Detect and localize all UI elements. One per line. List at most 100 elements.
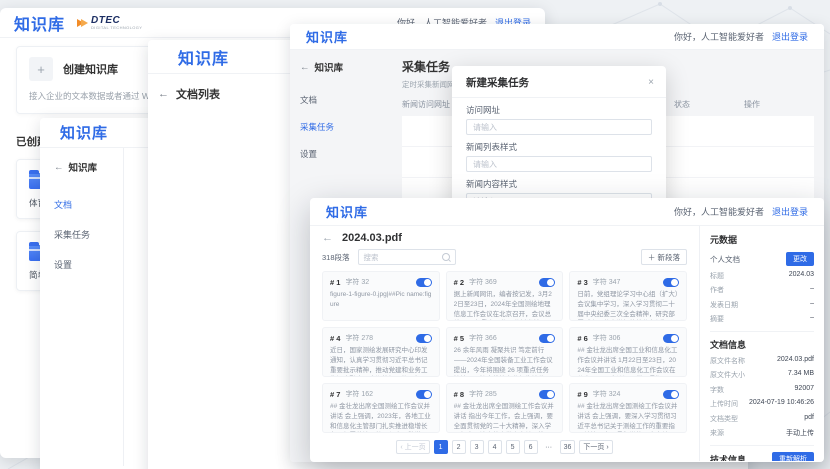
chunk-id: # 7 xyxy=(330,390,340,399)
chunk-char-count: 字符 369 xyxy=(469,277,497,287)
dtec-subtext: DIGITAL TECHNOLOGY xyxy=(91,26,142,30)
chunk-enabled-toggle[interactable] xyxy=(539,390,555,399)
divider xyxy=(710,445,814,446)
chunk-id: # 9 xyxy=(577,390,587,399)
chunk-id: # 3 xyxy=(577,278,587,287)
chunk-char-count: 字符 162 xyxy=(345,389,373,399)
chunk-card[interactable]: # 2 字符 369 据上新闻网讯，编者按记发，3月22日至23日，2024年全国… xyxy=(446,271,564,321)
doc-detail-header: 知识库 你好，人工智能爱好者 退出登录 xyxy=(310,198,824,226)
field-label-list-style: 新闻列表样式 xyxy=(466,141,652,153)
back-arrow-icon[interactable]: ← xyxy=(322,232,333,244)
chunk-id: # 2 xyxy=(454,278,464,287)
add-paragraph-button[interactable]: ＋ 新段落 xyxy=(641,249,687,265)
chunk-char-count: 字符 366 xyxy=(469,333,497,343)
chunk-card[interactable]: # 8字符 285 ## 金壮龙出席全国测绘工作会议并讲话 指出今年工作，会上强… xyxy=(446,383,564,433)
meta-value: – xyxy=(810,314,814,324)
app-logo: 知识库 xyxy=(178,45,229,69)
change-button[interactable]: 更改 xyxy=(786,252,814,266)
meta-value: – xyxy=(810,285,814,295)
pagination-ellipsis[interactable]: ··· xyxy=(542,440,556,454)
info-value: 2024-07-19 10:46:26 xyxy=(749,399,814,409)
chunk-enabled-toggle[interactable] xyxy=(416,390,432,399)
close-icon[interactable]: × xyxy=(648,77,654,88)
pagination-page-36[interactable]: 36 xyxy=(560,440,576,454)
search-input[interactable]: 搜索 xyxy=(358,249,456,265)
back-to-kb-list[interactable]: ← 知识库 xyxy=(300,60,376,74)
pagination-page-3[interactable]: 3 xyxy=(470,440,484,454)
sidebar-item-documents[interactable]: 文档 xyxy=(300,94,376,106)
pagination-page-1[interactable]: 1 xyxy=(434,440,448,454)
chunk-card[interactable]: # 6字符 306 ## 金壮龙出席全国工业和信息化工作会议并讲话 1月22日至… xyxy=(569,327,687,377)
chunk-enabled-toggle[interactable] xyxy=(416,334,432,343)
column-header-status: 状态 xyxy=(674,99,744,110)
chunk-id: # 6 xyxy=(577,334,587,343)
info-label: 来源 xyxy=(710,428,724,438)
url-input[interactable]: 请输入 xyxy=(466,119,652,135)
meta-label: 摘要 xyxy=(710,314,724,324)
chunk-text: figure-1-figure-0.jpg|##Pic name:figure xyxy=(330,290,432,310)
pagination-page-5[interactable]: 5 xyxy=(506,440,520,454)
logout-link[interactable]: 退出登录 xyxy=(772,30,808,43)
plus-icon: + xyxy=(29,57,53,81)
chunk-card[interactable]: # 7 字符 162 ## 金壮龙出席全国测绘工作会议并讲话 会上强调，2023年… xyxy=(322,383,440,433)
logout-link[interactable]: 退出登录 xyxy=(772,205,808,218)
chunk-card[interactable]: # 4字符 278 近日，国家测绘发展研究中心印发通知，认真学习贯彻习近平总书记… xyxy=(322,327,440,377)
back-arrow-icon: ← xyxy=(158,88,169,100)
greeting-text: 你好，人工智能爱好者 xyxy=(674,205,764,218)
dtec-arrow-icon xyxy=(77,19,88,27)
list-style-input[interactable]: 请输入 xyxy=(466,156,652,172)
chunk-enabled-toggle[interactable] xyxy=(416,278,432,287)
chunk-enabled-toggle[interactable] xyxy=(663,334,679,343)
app-logo: 知识库 xyxy=(306,27,348,46)
back-to-kb-list[interactable]: ← 知识库 xyxy=(54,160,123,174)
chunk-id: # 5 xyxy=(454,334,464,343)
chunk-text: 近日，国家测绘发展研究中心印发通知，认真学习贯彻习近平总书记重要批示精神，推动党… xyxy=(330,346,432,377)
doc-list-title: 文档列表 xyxy=(176,86,220,102)
modal-title: 新建采集任务 xyxy=(466,75,529,90)
chunk-card[interactable]: # 1字符 32 figure-1-figure-0.jpg|##Pic nam… xyxy=(322,271,440,321)
info-value: 92007 xyxy=(795,385,814,395)
app-logo: 知识库 xyxy=(14,11,65,35)
chunk-card[interactable]: # 5字符 366 26 余年风雨 凝聚共识 笃定前行——2024年全国装备工业… xyxy=(446,327,564,377)
sidebar-item-documents[interactable]: 文档 xyxy=(54,198,123,211)
kb-detail-sidebar: ← 知识库 文档 采集任务 设置 xyxy=(40,148,124,466)
chunk-card[interactable]: # 9字符 324 ## 金壮龙出席全国测绘工作会议并讲话 会上强调，要深入学习… xyxy=(569,383,687,433)
chunk-text: 据上新闻网讯，编者按记发，3月22日至23日，2024年全国测绘地理信息工作会议… xyxy=(454,290,556,321)
pagination: ‹ 上一页 1 2 3 4 5 6 ··· 36 下一页 › xyxy=(322,440,687,454)
sidebar-item-collect-tasks[interactable]: 采集任务 xyxy=(300,121,376,133)
chunk-enabled-toggle[interactable] xyxy=(539,278,555,287)
paragraph-count: 318段落 xyxy=(322,252,350,263)
pagination-page-6[interactable]: 6 xyxy=(524,440,538,454)
pagination-page-2[interactable]: 2 xyxy=(452,440,466,454)
doc-info-heading: 文档信息 xyxy=(710,338,814,351)
chunk-card[interactable]: # 3字符 347 日前，党组理论学习中心组（扩大）会议集中学习，深入学习贯彻二… xyxy=(569,271,687,321)
info-label: 字数 xyxy=(710,385,724,395)
chunk-id: # 8 xyxy=(454,390,464,399)
chunk-text: ## 金壮龙出席全国测绘工作会议并讲话 会上强调，2023年，各地工业和信息化主… xyxy=(330,402,432,433)
pagination-prev[interactable]: ‹ 上一页 xyxy=(396,440,429,454)
greeting-text: 你好，人工智能爱好者 xyxy=(674,30,764,43)
info-value: 2024.03.pdf xyxy=(777,356,814,366)
doc-type-label: 个人文档 xyxy=(710,254,740,265)
chunk-enabled-toggle[interactable] xyxy=(663,390,679,399)
pagination-next[interactable]: 下一页 › xyxy=(579,440,612,454)
collect-header: 知识库 你好，人工智能爱好者 退出登录 xyxy=(290,24,824,50)
sidebar-item-settings[interactable]: 设置 xyxy=(300,148,376,160)
metadata-panel: 元数据 个人文档 更改 标题2024.03 作者– 发表日期– 摘要– 文档信息… xyxy=(699,226,824,461)
reparse-button[interactable]: 重新解析 xyxy=(772,452,814,461)
field-label-url: 访问网址 xyxy=(466,104,652,116)
meta-value: 2024.03 xyxy=(789,271,814,281)
pagination-page-4[interactable]: 4 xyxy=(488,440,502,454)
document-title: 2024.03.pdf xyxy=(342,232,402,244)
chunk-enabled-toggle[interactable] xyxy=(663,278,679,287)
sidebar-item-collect-tasks[interactable]: 采集任务 xyxy=(54,228,123,241)
meta-label: 发表日期 xyxy=(710,300,738,310)
meta-label: 作者 xyxy=(710,285,724,295)
info-value: pdf xyxy=(804,414,814,424)
chunk-enabled-toggle[interactable] xyxy=(539,334,555,343)
sidebar-item-settings[interactable]: 设置 xyxy=(54,258,123,271)
back-arrow-icon: ← xyxy=(300,62,310,73)
app-logo: 知识库 xyxy=(326,202,368,221)
chunk-text: ## 金壮龙出席全国测绘工作会议并讲话 会上强调，要深入学习贯彻习近平总书记关于… xyxy=(577,402,679,433)
desktop: 知识库 DTEC DIGITAL TECHNOLOGY 你好，人工智能爱好者 退… xyxy=(0,0,830,469)
